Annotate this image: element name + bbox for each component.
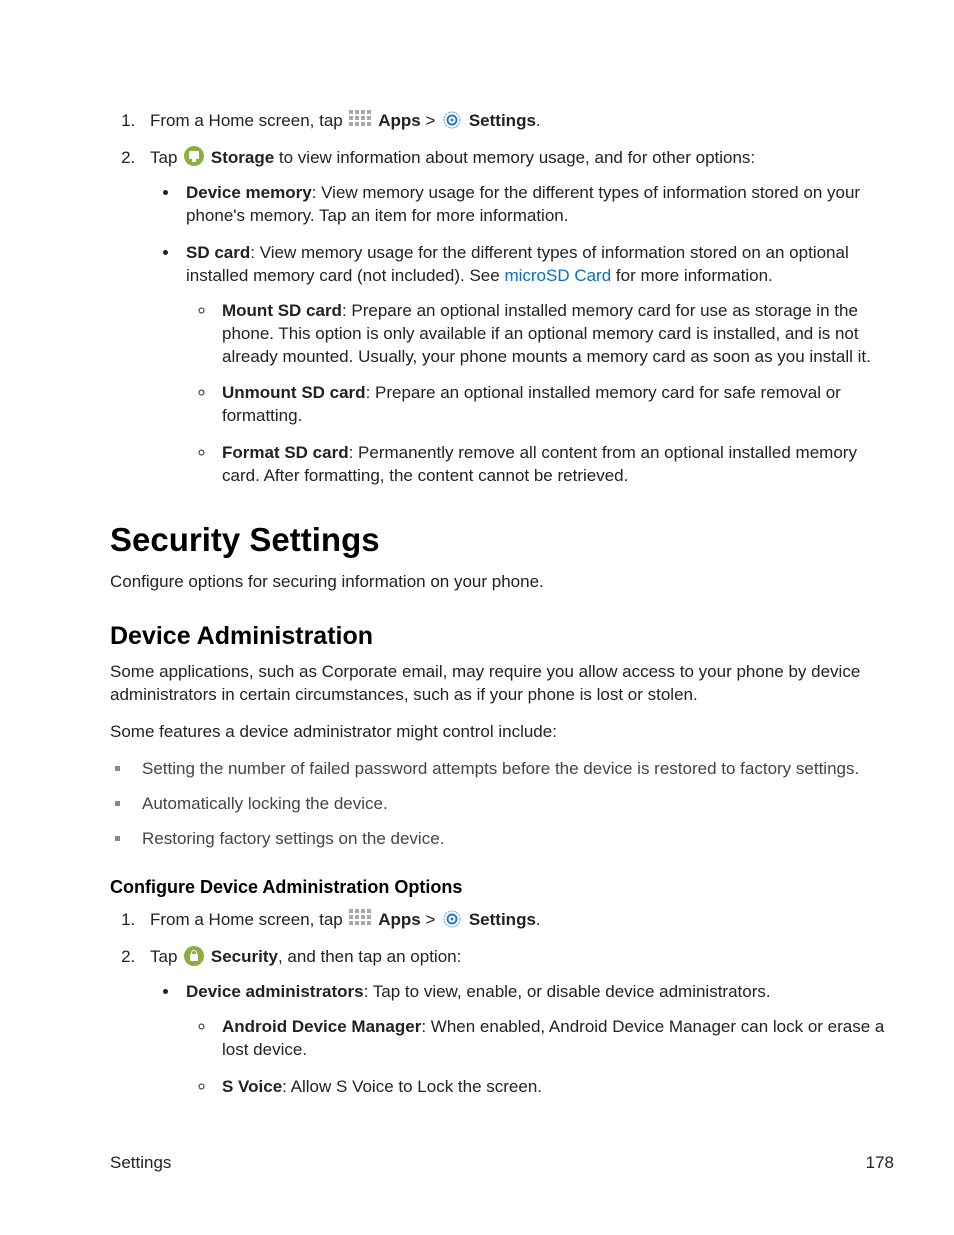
storage-label: Storage (211, 148, 274, 167)
paragraph: Some applications, such as Corporate ema… (110, 661, 894, 707)
settings-gear-icon (442, 909, 462, 929)
footer-section: Settings (110, 1152, 171, 1175)
security-options-list: Device administrators: Tap to view, enab… (180, 981, 894, 1099)
lock-icon (184, 946, 204, 966)
option-title: S Voice (222, 1077, 282, 1096)
list-item: SD card: View memory usage for the diffe… (180, 242, 894, 488)
page-footer: Settings 178 (110, 1152, 894, 1175)
period: . (536, 111, 541, 130)
option-desc: : Allow S Voice to Lock the screen. (282, 1077, 542, 1096)
option-title: Device administrators (186, 982, 364, 1001)
settings-label: Settings (469, 111, 536, 130)
step-item: From a Home screen, tap Apps > Settings. (140, 909, 894, 932)
list-item: Format SD card: Permanently remove all c… (216, 442, 894, 488)
step-item: Tap Security, and then tap an option: De… (140, 946, 894, 1099)
option-desc: : Tap to view, enable, or disable device… (364, 982, 771, 1001)
apps-label: Apps (378, 111, 421, 130)
text: Tap (150, 148, 182, 167)
settings-label: Settings (469, 910, 536, 929)
storage-options-list: Device memory: View memory usage for the… (180, 182, 894, 488)
apps-grid-icon (349, 110, 371, 130)
apps-label: Apps (378, 910, 421, 929)
storage-steps-list: From a Home screen, tap Apps > Settings.… (140, 110, 894, 488)
paragraph: Some features a device administrator mig… (110, 721, 894, 744)
security-steps-list: From a Home screen, tap Apps > Settings.… (140, 909, 894, 1099)
option-title: Device memory (186, 183, 312, 202)
separator: > (425, 910, 440, 929)
list-item: S Voice: Allow S Voice to Lock the scree… (216, 1076, 894, 1099)
list-item: Automatically locking the device. (132, 793, 894, 816)
apps-grid-icon (349, 909, 371, 929)
text: From a Home screen, tap (150, 111, 343, 130)
microsd-link[interactable]: microSD Card (504, 266, 611, 285)
list-item: Restoring factory settings on the device… (132, 828, 894, 851)
page-number: 178 (866, 1152, 894, 1175)
heading-device-administration: Device Administration (110, 620, 894, 654)
settings-gear-icon (442, 110, 462, 130)
security-intro: Configure options for securing informati… (110, 571, 894, 594)
option-title: SD card (186, 243, 250, 262)
list-item: Setting the number of failed password at… (132, 758, 894, 781)
list-item: Device memory: View memory usage for the… (180, 182, 894, 228)
security-label: Security (211, 947, 278, 966)
list-item: Device administrators: Tap to view, enab… (180, 981, 894, 1099)
device-admin-sublist: Android Device Manager: When enabled, An… (216, 1016, 894, 1099)
document-page: From a Home screen, tap Apps > Settings.… (0, 0, 954, 1235)
heading-security-settings: Security Settings (110, 518, 894, 563)
step-item: Tap Storage to view information about me… (140, 147, 894, 488)
period: . (536, 910, 541, 929)
option-title: Format SD card (222, 443, 349, 462)
option-title: Mount SD card (222, 301, 342, 320)
step-item: From a Home screen, tap Apps > Settings. (140, 110, 894, 133)
text: , and then tap an option: (278, 947, 461, 966)
storage-icon (184, 146, 204, 166)
list-item: Mount SD card: Prepare an optional insta… (216, 300, 894, 369)
list-item: Android Device Manager: When enabled, An… (216, 1016, 894, 1062)
heading-configure-device-admin: Configure Device Administration Options (110, 875, 894, 899)
separator: > (425, 111, 440, 130)
text: Tap (150, 947, 182, 966)
option-desc: for more information. (611, 266, 773, 285)
text: From a Home screen, tap (150, 910, 343, 929)
admin-features-list: Setting the number of failed password at… (132, 758, 894, 851)
list-item: Unmount SD card: Prepare an optional ins… (216, 382, 894, 428)
sd-sublist: Mount SD card: Prepare an optional insta… (216, 300, 894, 489)
text: to view information about memory usage, … (274, 148, 755, 167)
option-title: Unmount SD card (222, 383, 366, 402)
option-title: Android Device Manager (222, 1017, 421, 1036)
